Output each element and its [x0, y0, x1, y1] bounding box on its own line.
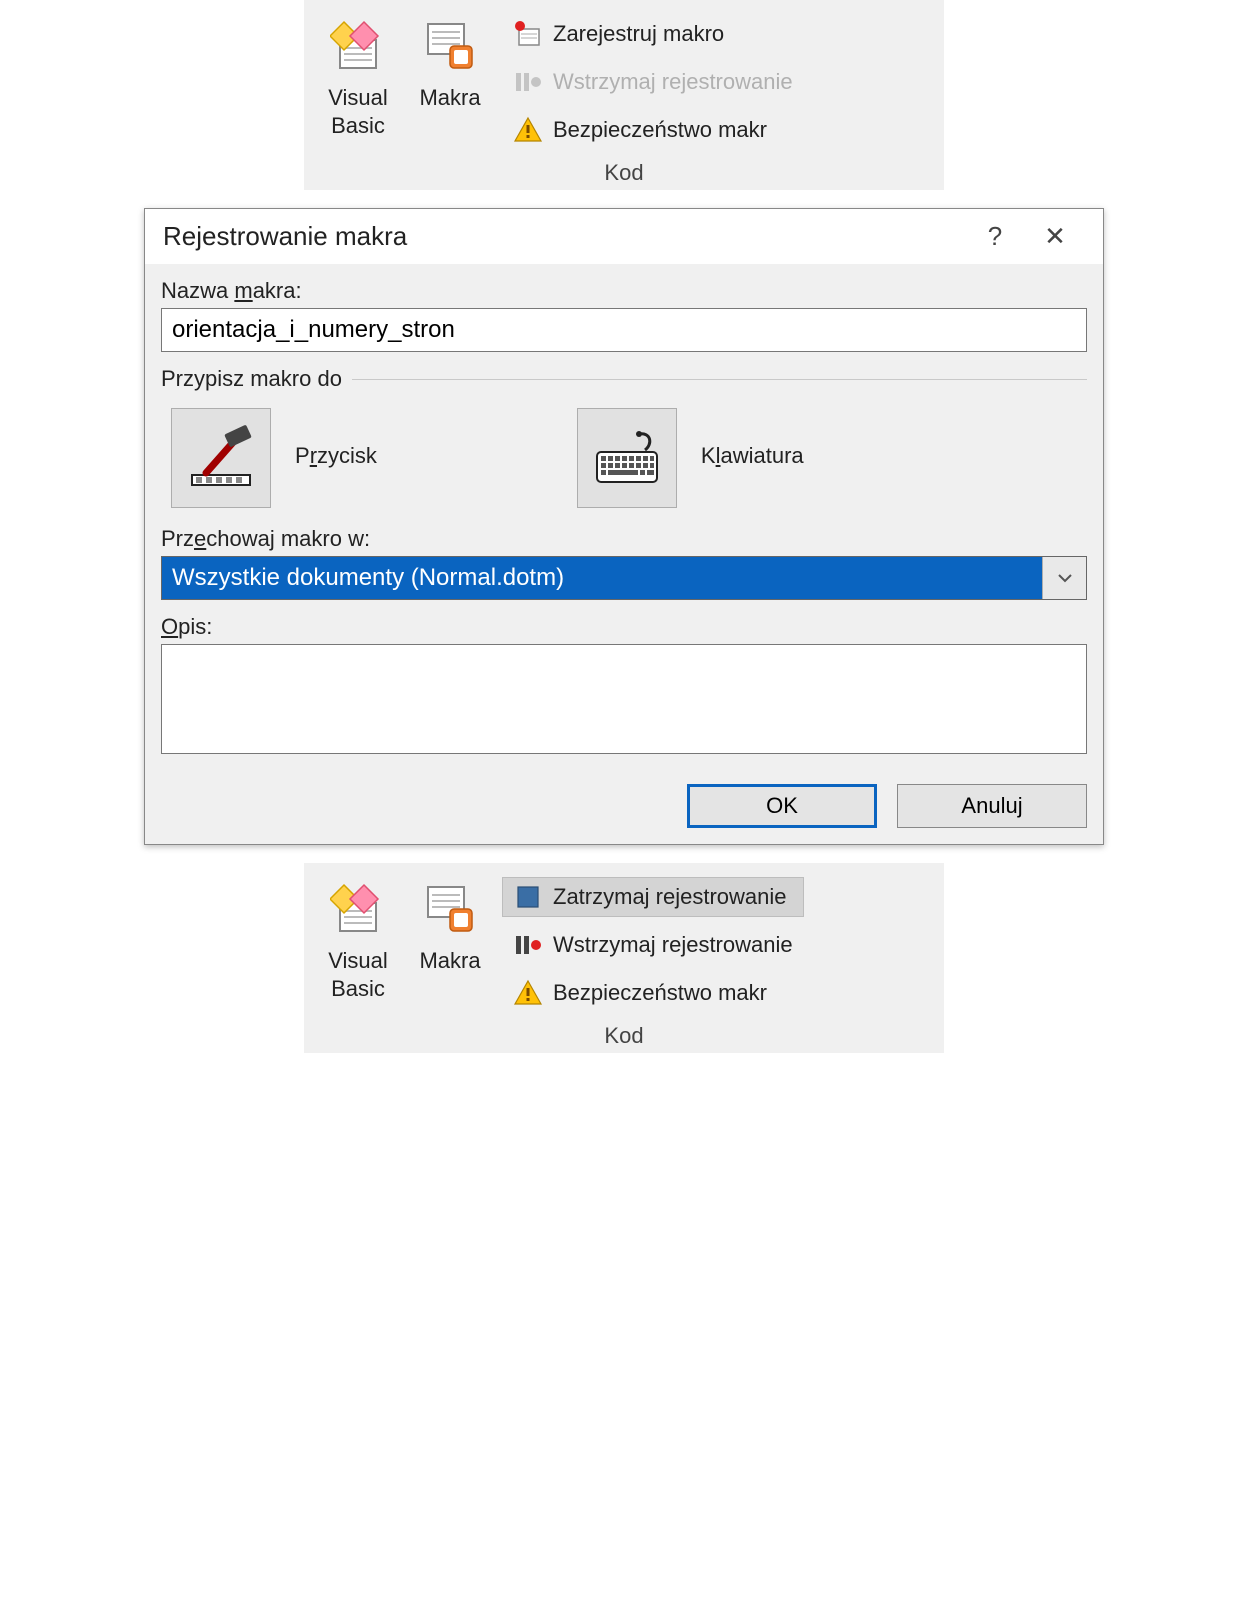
assign-to-button[interactable] [171, 408, 271, 508]
hammer-icon [186, 423, 256, 493]
keyboard-icon [591, 422, 663, 494]
store-in-dropdown[interactable]: Wszystkie dokumenty (Normal.dotm) [161, 556, 1087, 600]
warning-icon-2 [513, 978, 543, 1008]
ribbon-group-label-2: Kod [312, 1023, 936, 1049]
description-input[interactable] [161, 644, 1087, 754]
pause-recording-button: Wstrzymaj rejestrowanie [502, 62, 804, 102]
ribbon-code-group-after: Visual Basic Makra [304, 863, 944, 1053]
macro-name-input[interactable] [161, 308, 1087, 352]
record-macro-button[interactable]: Zarejestruj makro [502, 14, 804, 54]
visual-basic-label-2: Visual Basic [328, 947, 388, 1002]
close-button[interactable]: ✕ [1025, 221, 1085, 252]
stop-recording-label: Zatrzymaj rejestrowanie [553, 884, 787, 910]
description-label: Opis: [161, 614, 1087, 640]
dialog-title: Rejestrowanie makra [163, 221, 965, 252]
ribbon-group-label: Kod [312, 160, 936, 186]
macros-label: Makra [419, 84, 480, 112]
pause-recording-button-2[interactable]: Wstrzymaj rejestrowanie [502, 925, 804, 965]
pause-recording-label-2: Wstrzymaj rejestrowanie [553, 932, 793, 958]
ok-button[interactable]: OK [687, 784, 877, 828]
record-macro-dialog: Rejestrowanie makra ? ✕ Nazwa makra: Prz… [144, 208, 1104, 845]
macros-button-2[interactable]: Makra [404, 873, 496, 975]
assign-to-keyboard[interactable] [577, 408, 677, 508]
chevron-down-icon [1042, 557, 1086, 599]
visual-basic-label: Visual Basic [328, 84, 388, 139]
visual-basic-icon [326, 14, 390, 78]
ribbon-code-group-before: Visual Basic Makra [304, 0, 944, 190]
visual-basic-button-2[interactable]: Visual Basic [312, 873, 404, 1002]
assign-section-header: Przypisz makro do [161, 366, 1087, 392]
stop-icon [513, 882, 543, 912]
pause-recording-label: Wstrzymaj rejestrowanie [553, 69, 793, 95]
assign-to-keyboard-label: Klawiatura [701, 443, 804, 469]
help-button[interactable]: ? [965, 221, 1025, 252]
visual-basic-button[interactable]: Visual Basic [312, 10, 404, 139]
store-in-label: Przechowaj makro w: [161, 526, 1087, 552]
macros-icon [418, 14, 482, 78]
macro-security-label-2: Bezpieczeństwo makr [553, 980, 767, 1006]
dialog-titlebar: Rejestrowanie makra ? ✕ [145, 209, 1103, 264]
store-in-value: Wszystkie dokumenty (Normal.dotm) [162, 557, 1042, 599]
record-macro-label: Zarejestruj makro [553, 21, 724, 47]
pause-icon-2 [513, 930, 543, 960]
macros-button[interactable]: Makra [404, 10, 496, 112]
macro-security-label: Bezpieczeństwo makr [553, 117, 767, 143]
assign-to-button-label: Przycisk [295, 443, 377, 469]
pause-icon [513, 67, 543, 97]
macro-name-label: Nazwa makra: [161, 278, 1087, 304]
cancel-button[interactable]: Anuluj [897, 784, 1087, 828]
visual-basic-icon-2 [326, 877, 390, 941]
stop-recording-button[interactable]: Zatrzymaj rejestrowanie [502, 877, 804, 917]
macros-label-2: Makra [419, 947, 480, 975]
macros-icon-2 [418, 877, 482, 941]
macro-security-button[interactable]: Bezpieczeństwo makr [502, 110, 804, 150]
record-icon [513, 19, 543, 49]
warning-icon [513, 115, 543, 145]
macro-security-button-2[interactable]: Bezpieczeństwo makr [502, 973, 804, 1013]
